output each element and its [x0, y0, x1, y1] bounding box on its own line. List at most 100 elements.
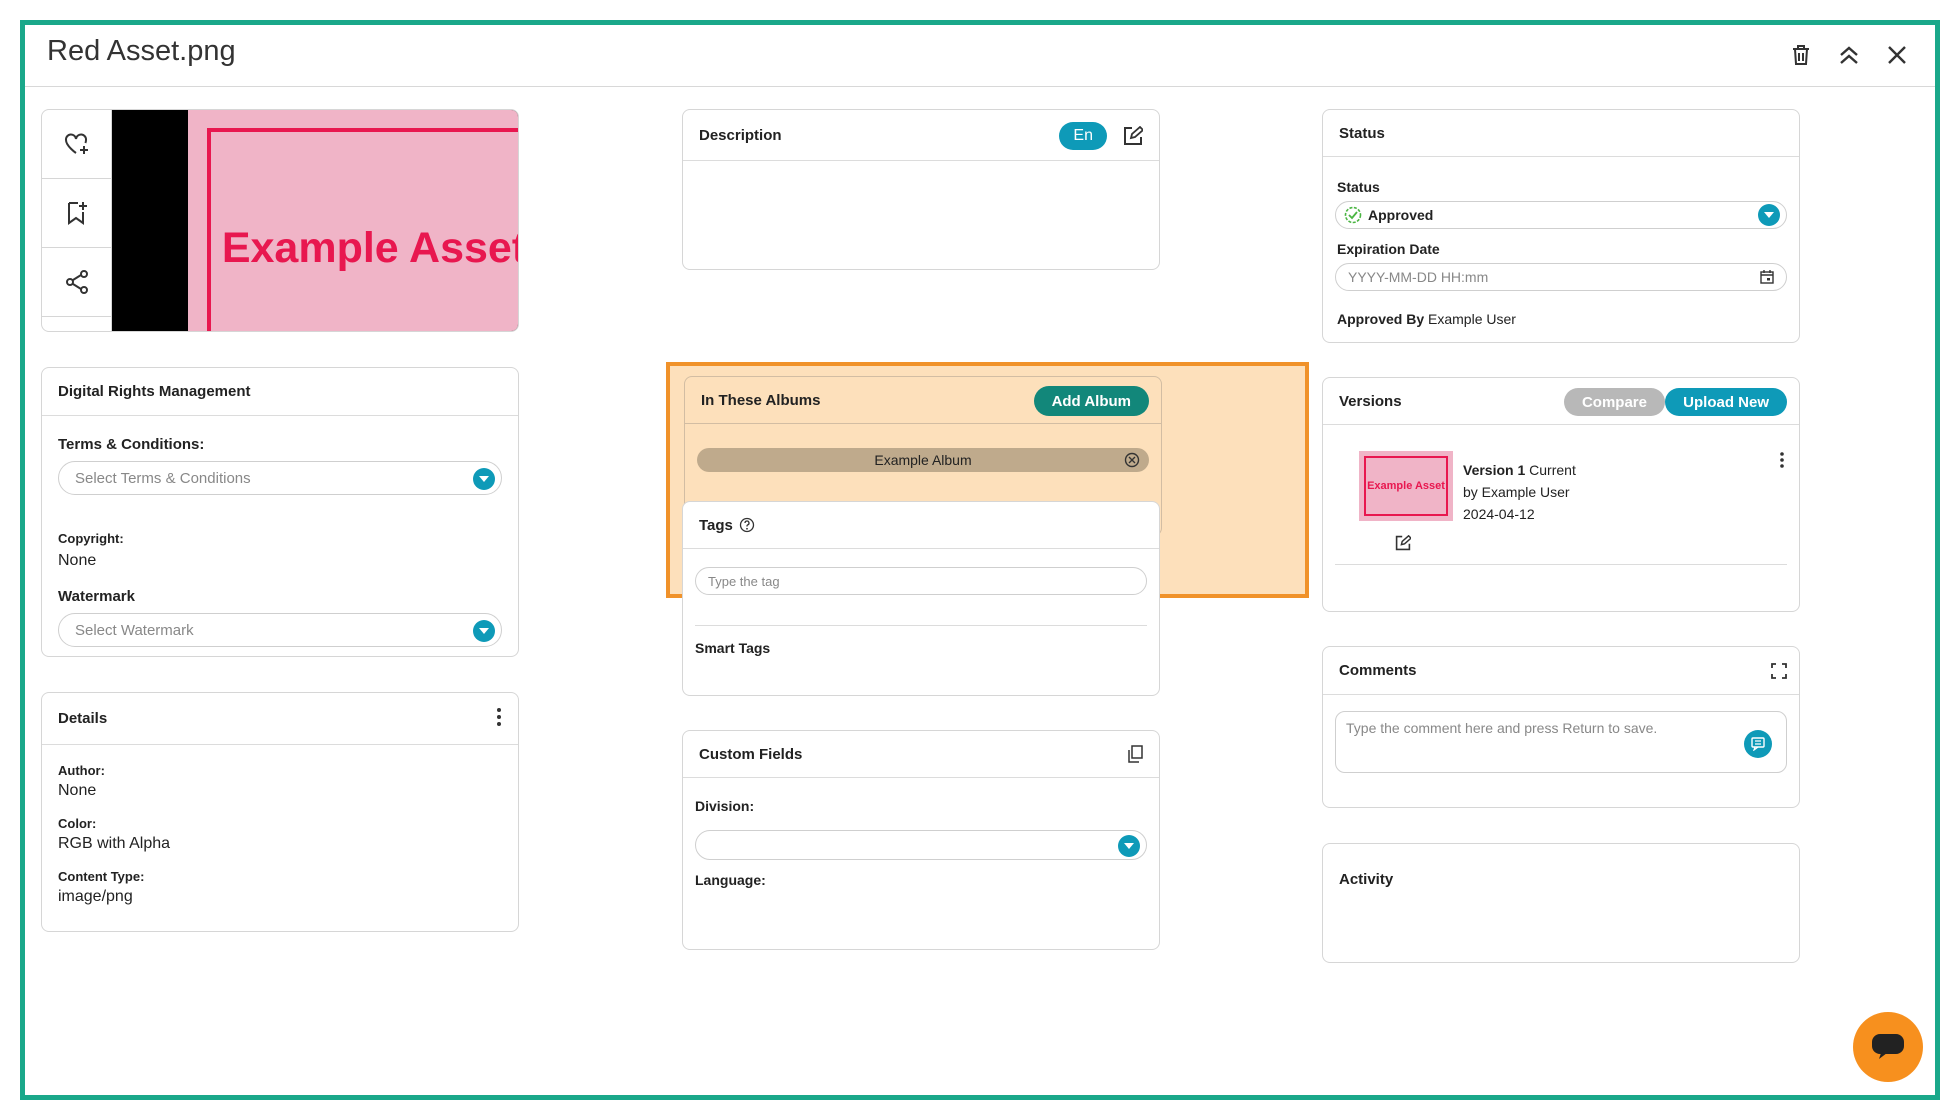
versions-header: Versions Compare Upload New [1323, 378, 1799, 425]
activity-title: Activity [1339, 870, 1394, 888]
top-actions [1785, 39, 1913, 71]
terms-label: Terms & Conditions: [58, 436, 205, 453]
close-icon[interactable] [1881, 39, 1913, 71]
author-value: None [58, 782, 97, 799]
help-icon[interactable] [739, 517, 755, 533]
top-bar: Red Asset.png [25, 25, 1935, 87]
chevron-down-icon[interactable] [1758, 204, 1780, 226]
drm-title: Digital Rights Management [42, 368, 518, 416]
content-type-label: Content Type: [58, 869, 145, 884]
details-header: Details [42, 693, 518, 745]
add-album-button[interactable]: Add Album [1033, 386, 1149, 416]
edit-icon[interactable] [1123, 125, 1145, 150]
copy-icon[interactable] [1127, 745, 1143, 767]
status-value: Approved [1368, 207, 1434, 223]
approved-by-row: Approved By Example User [1337, 311, 1787, 327]
compare-button[interactable]: Compare [1563, 388, 1665, 416]
chat-button[interactable] [1853, 1012, 1923, 1082]
albums-title: In These Albums [701, 391, 821, 409]
version-date: 2024-04-12 [1463, 506, 1535, 522]
details-card: Details Author: None Color: RGB with Alp… [41, 692, 519, 932]
color-label: Color: [58, 816, 97, 831]
upload-new-button[interactable]: Upload New [1665, 388, 1787, 416]
asset-image-text: Example Asset [207, 128, 518, 331]
status-card: Status Status Approved Expiration Date Y… [1322, 109, 1800, 343]
activity-header: Activity [1323, 844, 1799, 900]
chevron-down-icon[interactable] [473, 620, 495, 642]
asset-toolbar [42, 110, 112, 331]
asset-preview-card: Example Asset [41, 109, 519, 332]
version-thumb-text: Example Asset [1364, 456, 1448, 516]
version-thumbnail[interactable]: Example Asset [1359, 451, 1453, 521]
color-value: RGB with Alpha [58, 835, 171, 852]
custom-fields-card: Custom Fields Division: Language: [682, 730, 1160, 950]
status-header: Status [1323, 110, 1799, 157]
expiration-placeholder: YYYY-MM-DD HH:mm [1348, 269, 1489, 285]
favorite-heart-icon[interactable] [42, 110, 111, 179]
activity-card: Activity [1322, 843, 1800, 963]
division-label: Division: [695, 798, 755, 814]
version-author: by Example User [1463, 484, 1570, 500]
expiration-label: Expiration Date [1337, 241, 1440, 257]
comments-title: Comments [1339, 662, 1417, 679]
comments-card: Comments Type the comment here and press… [1322, 646, 1800, 808]
send-comment-icon[interactable] [1744, 730, 1772, 758]
tag-placeholder: Type the tag [708, 573, 780, 589]
terms-placeholder: Select Terms & Conditions [75, 469, 251, 487]
more-vertical-icon[interactable] [496, 707, 502, 731]
versions-title: Versions [1339, 392, 1402, 410]
copyright-label: Copyright: [58, 531, 124, 546]
page-title: Red Asset.png [47, 35, 236, 67]
chevron-down-icon[interactable] [1118, 835, 1140, 857]
smart-tags-title: Smart Tags [695, 640, 771, 656]
comments-header: Comments [1323, 647, 1799, 695]
tags-card: Tags Type the tag Smart Tags [682, 501, 1160, 696]
calendar-icon[interactable] [1760, 270, 1774, 287]
description-header: Description En [683, 110, 1159, 161]
approved-by-value: Example User [1428, 311, 1516, 327]
comment-placeholder: Type the comment here and press Return t… [1346, 720, 1658, 736]
watermark-label: Watermark [58, 588, 135, 605]
chevron-down-icon[interactable] [473, 468, 495, 490]
author-label: Author: [58, 763, 105, 778]
asset-image: Example Asset [112, 110, 518, 331]
comment-input[interactable]: Type the comment here and press Return t… [1335, 711, 1787, 773]
expand-icon[interactable] [1771, 663, 1787, 683]
version-item: Example Asset Version 1 Current by Examp… [1335, 425, 1787, 565]
terms-select[interactable]: Select Terms & Conditions [58, 461, 502, 495]
collapse-icon[interactable] [1833, 39, 1865, 71]
version-label: Version 1 [1463, 462, 1526, 478]
remove-album-icon[interactable] [1123, 451, 1141, 469]
albums-header: In These Albums Add Album [685, 377, 1161, 424]
version-info: Version 1 Current by Example User 2024-0… [1463, 459, 1576, 525]
status-title: Status [1339, 124, 1385, 142]
division-select[interactable] [695, 830, 1147, 860]
tag-input[interactable]: Type the tag [695, 567, 1147, 595]
drm-card: Digital Rights Management Terms & Condit… [41, 367, 519, 657]
add-bookmark-icon[interactable] [42, 179, 111, 248]
copyright-value: None [58, 552, 97, 569]
approved-check-icon [1344, 206, 1362, 224]
trash-icon[interactable] [1785, 39, 1817, 71]
version-current: Current [1529, 462, 1576, 478]
watermark-placeholder: Select Watermark [75, 621, 194, 639]
edit-icon[interactable] [1395, 534, 1413, 556]
versions-card: Versions Compare Upload New Example Asse… [1322, 377, 1800, 612]
album-chip[interactable]: Example Album [697, 448, 1149, 472]
share-icon[interactable] [42, 248, 111, 317]
tags-header: Tags [683, 502, 1159, 549]
expiration-input[interactable]: YYYY-MM-DD HH:mm [1335, 263, 1787, 291]
approved-by-label: Approved By [1337, 311, 1425, 327]
status-select[interactable]: Approved [1335, 201, 1787, 229]
watermark-select[interactable]: Select Watermark [58, 613, 502, 647]
download-icon[interactable] [42, 317, 111, 331]
language-label: Language: [695, 872, 766, 888]
tags-title: Tags [699, 516, 733, 534]
language-button[interactable]: En [1059, 122, 1107, 150]
details-title: Details [58, 710, 108, 727]
more-vertical-icon[interactable] [1779, 451, 1785, 474]
description-card: Description En [682, 109, 1160, 270]
status-label: Status [1337, 179, 1380, 195]
album-chip-label: Example Album [874, 452, 972, 468]
description-title: Description [699, 126, 782, 144]
